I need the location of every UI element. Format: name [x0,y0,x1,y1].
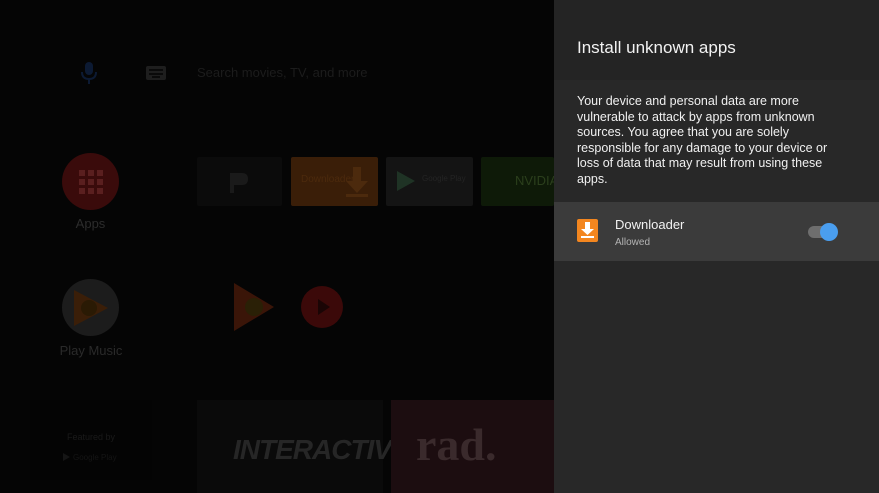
toggle-knob [820,223,838,241]
featured-store-text: Google Play [73,453,117,462]
keyboard-icon [146,66,166,80]
tv-screen: Search movies, TV, and more Apps Play Mu… [0,0,879,493]
panel-description: Your device and personal data are more v… [577,94,828,186]
google-play-small-icon [63,453,70,461]
app-tile-p[interactable] [197,157,282,206]
rad-banner[interactable]: rad. [391,400,554,493]
downloader-app-icon [577,219,598,242]
apps-label: Apps [75,216,106,231]
featured-by-google-play: Featured by Google Play [30,400,152,480]
app-status: Allowed [615,237,651,248]
interactive-banner[interactable]: INTERACTIVE [197,400,410,493]
app-tile-downloader[interactable]: Downloader [291,157,378,206]
play-music-label: Play Music [59,343,123,358]
google-play-tile-text: Google Play [422,174,466,183]
download-arrow-icon [581,222,594,238]
panel-header: Install unknown apps [554,0,879,80]
app-tile-google-play[interactable]: Google Play [386,157,473,206]
app-name: Downloader [615,217,685,232]
play-music-icon [74,290,108,326]
microphone-icon [81,62,97,84]
panel-title: Install unknown apps [577,38,736,57]
download-arrow-icon [346,167,368,197]
google-play-icon [397,171,415,191]
featured-by-text: Featured by [66,432,116,442]
nvidia-tile-text: NVIDIA [515,173,559,188]
music-row-art [234,283,343,331]
app-tile-nvidia[interactable]: NVIDIA [481,157,558,206]
search-placeholder[interactable]: Search movies, TV, and more [197,65,368,80]
rad-banner-text: rad. [416,419,497,470]
p-logo-icon [230,173,248,193]
allow-toggle[interactable] [806,223,840,241]
install-unknown-apps-panel: Install unknown apps Your device and per… [554,0,879,493]
apps-grid-icon [79,170,103,194]
launcher-background: Search movies, TV, and more Apps Play Mu… [0,0,558,493]
interactive-banner-text: INTERACTIVE [233,434,410,465]
